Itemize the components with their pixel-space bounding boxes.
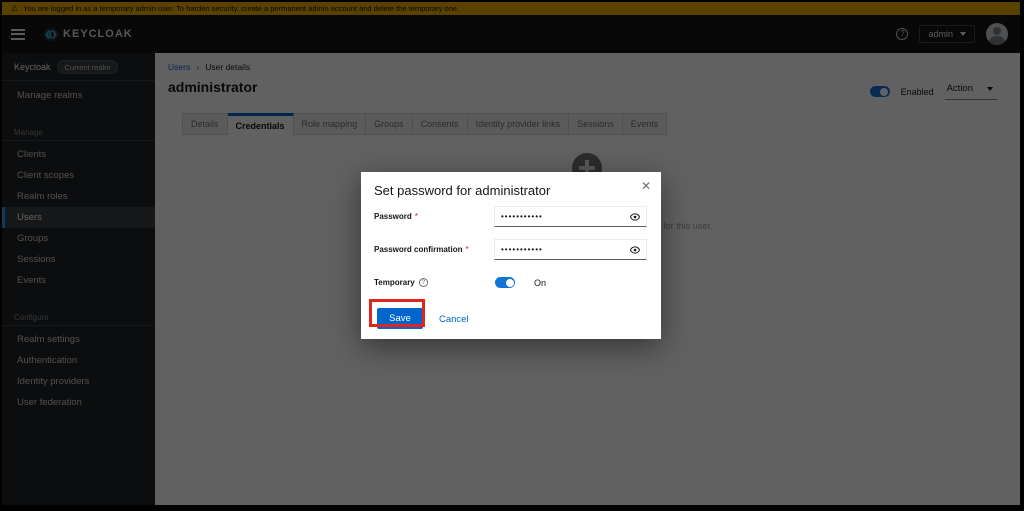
password-confirmation-label: Password confirmation xyxy=(374,245,462,254)
password-confirmation-field[interactable]: ••••••••••• xyxy=(494,239,647,260)
temporary-label: Temporary xyxy=(374,278,415,287)
password-field[interactable]: ••••••••••• xyxy=(494,206,647,227)
password-value: ••••••••••• xyxy=(495,212,624,221)
show-password-eye-icon[interactable] xyxy=(624,246,646,254)
save-button-annotation xyxy=(369,299,425,327)
required-asterisk: * xyxy=(415,212,418,221)
modal-title: Set password for administrator xyxy=(374,183,550,198)
password-label: Password xyxy=(374,212,412,221)
temporary-toggle[interactable] xyxy=(495,277,515,288)
app-window: ⚠ You are logged in as a temporary admin… xyxy=(2,2,1020,505)
show-password-eye-icon[interactable] xyxy=(624,213,646,221)
close-icon[interactable]: ✕ xyxy=(641,179,651,193)
password-confirmation-value: ••••••••••• xyxy=(495,245,624,254)
question-circle-icon[interactable]: ? xyxy=(419,278,428,287)
temporary-state-label: On xyxy=(534,278,546,288)
cancel-link[interactable]: Cancel xyxy=(439,314,469,325)
required-asterisk: * xyxy=(465,245,468,254)
